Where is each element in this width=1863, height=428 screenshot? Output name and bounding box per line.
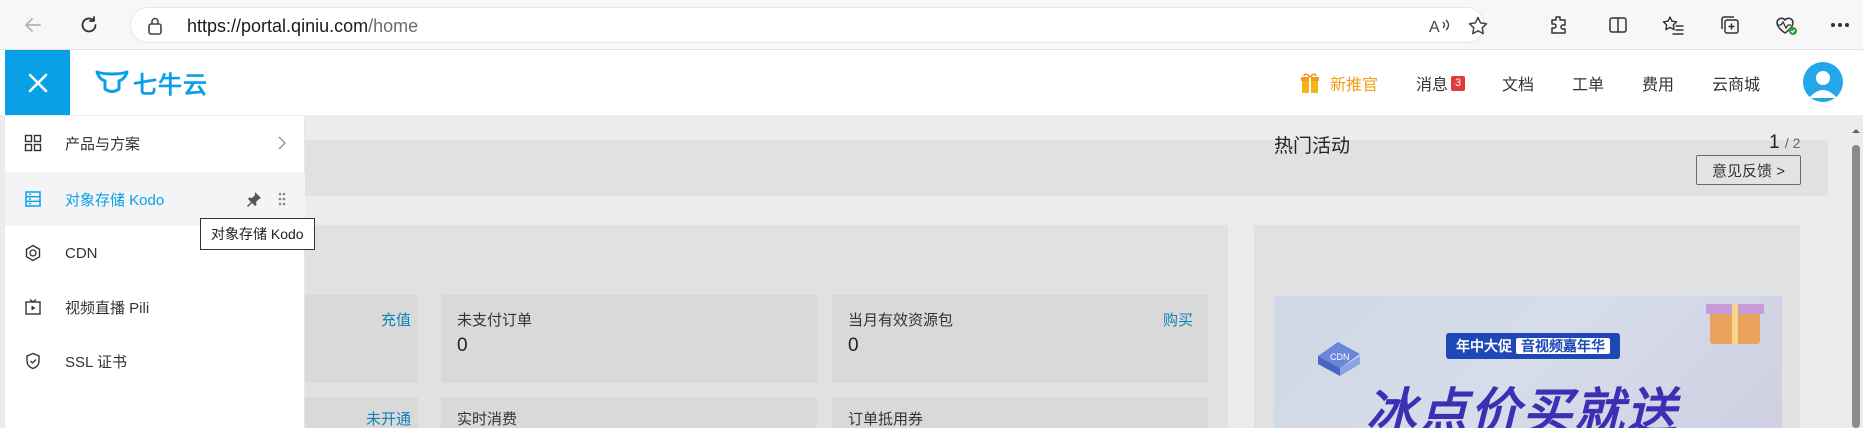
gift-box-illustration-icon	[1706, 304, 1764, 344]
hot-activities-title: 热门活动	[1274, 136, 1351, 157]
chevron-right-icon	[278, 136, 287, 150]
top-banner-panel	[280, 140, 1828, 196]
sidebar-item-label: 视频直播 Pili	[65, 299, 150, 317]
grid-icon	[23, 133, 43, 153]
unpaid-orders-card[interactable]: 未支付订单 0	[441, 295, 817, 383]
unpaid-orders-value: 0	[457, 335, 468, 356]
split-screen-icon[interactable]	[1605, 12, 1631, 38]
extensions-icon[interactable]	[1546, 12, 1572, 38]
nav-docs[interactable]: 文档	[1502, 50, 1534, 116]
coupon-title: 订单抵用券	[848, 411, 924, 428]
sidebar-item-label: CDN	[65, 244, 98, 262]
collections-icon[interactable]	[1717, 12, 1743, 38]
svg-text:A: A	[1429, 19, 1440, 36]
promo-banner[interactable]: CDN 年中大促 音视频嘉年华 冰点价买就送	[1274, 296, 1782, 428]
close-menu-button[interactable]	[5, 50, 70, 115]
nav-promo[interactable]: 新推官	[1300, 50, 1378, 116]
sidebar-item-label: 产品与方案	[65, 135, 141, 153]
coupon-card: 订单抵用券	[832, 397, 1208, 428]
url-path: /home	[368, 16, 419, 36]
storage-icon	[23, 189, 43, 209]
resource-packs-card: 当月有效资源包 0 购买	[832, 295, 1208, 383]
page-scrollbar[interactable]	[1849, 116, 1863, 428]
feedback-button[interactable]: 意见反馈 >	[1696, 155, 1801, 185]
promo-label: 新推官	[1330, 77, 1379, 94]
market-label: 云商城	[1712, 77, 1761, 94]
pager-current: 1	[1769, 132, 1780, 153]
read-aloud-icon[interactable]: A	[1429, 15, 1451, 37]
not-enabled-link[interactable]: 未开通	[366, 408, 411, 428]
docs-label: 文档	[1502, 77, 1535, 94]
sidebar-item-pili[interactable]: 视频直播 Pili	[5, 280, 305, 334]
logo-mark-icon	[95, 70, 129, 93]
close-icon	[28, 73, 47, 92]
sidebar-item-label: 对象存储 Kodo	[65, 191, 165, 209]
pin-icon[interactable]	[245, 190, 263, 208]
shield-icon	[23, 351, 43, 371]
activities-pager: 1 / 2	[1769, 132, 1800, 154]
url-text[interactable]: https://portal.qiniu.com/home	[187, 16, 418, 37]
product-sidebar: 产品与方案 对象存储 Kodo CDN 视频直播 Pili SSL 证书	[5, 116, 305, 428]
favorites-list-icon[interactable]	[1660, 12, 1686, 38]
postpaid-card: 未开通	[290, 397, 418, 428]
kodo-tooltip: 对象存储 Kodo	[200, 218, 315, 250]
realtime-spend-card: 实时消费	[441, 397, 817, 428]
messages-label: 消息	[1416, 77, 1449, 94]
reload-icon	[81, 16, 97, 33]
svg-text:CDN: CDN	[1330, 352, 1350, 362]
lock-icon	[147, 16, 163, 41]
sidebar-item-ssl[interactable]: SSL 证书	[5, 334, 305, 388]
recharge-link[interactable]: 充值	[381, 309, 411, 330]
scrollbar-thumb[interactable]	[1852, 145, 1860, 428]
more-menu-icon[interactable]	[1827, 12, 1853, 38]
nav-billing[interactable]: 费用	[1642, 50, 1674, 116]
banner-tag: 年中大促 音视频嘉年华	[1446, 333, 1620, 359]
tickets-label: 工单	[1572, 77, 1605, 94]
unpaid-orders-title: 未支付订单	[457, 312, 533, 329]
browser-toolbar: https://portal.qiniu.com/home A	[0, 0, 1863, 50]
banner-tag-main: 年中大促	[1456, 338, 1512, 354]
nav-messages[interactable]: 消息 3	[1416, 50, 1466, 116]
billing-label: 费用	[1642, 77, 1675, 94]
reload-button[interactable]	[74, 10, 104, 40]
url-host: https://portal.qiniu.com	[187, 16, 369, 36]
scroll-up-arrow-icon	[1852, 129, 1860, 133]
cdn-icon	[23, 243, 43, 263]
favorite-star-icon[interactable]	[1467, 15, 1489, 37]
banner-tag-sub: 音视频嘉年华	[1516, 338, 1610, 354]
address-bar[interactable]: https://portal.qiniu.com/home A	[130, 7, 1488, 43]
browser-essentials-icon[interactable]	[1773, 12, 1799, 38]
user-icon	[1809, 71, 1837, 98]
realtime-spend-title: 实时消费	[457, 411, 518, 428]
logo-text: 七牛云	[133, 71, 208, 99]
qiniu-logo[interactable]: 七牛云	[95, 67, 208, 99]
back-arrow-icon	[25, 18, 41, 32]
resource-packs-title: 当月有效资源包	[848, 312, 954, 329]
pager-total: / 2	[1784, 135, 1801, 151]
nav-market[interactable]: 云商城	[1712, 50, 1760, 116]
balance-card: 充值	[290, 295, 418, 383]
back-button[interactable]	[18, 10, 48, 40]
nav-tickets[interactable]: 工单	[1572, 50, 1604, 116]
live-video-icon	[23, 297, 43, 317]
gift-icon	[1301, 73, 1319, 93]
buy-link[interactable]: 购买	[1163, 309, 1193, 330]
messages-count-badge: 3	[1451, 75, 1466, 91]
user-avatar[interactable]	[1803, 62, 1843, 102]
app-header: 七牛云 新推官 消息 3 文档 工单 费用 云商城	[0, 50, 1863, 116]
resource-packs-value: 0	[848, 335, 859, 356]
drag-handle-icon[interactable]	[277, 191, 287, 207]
sidebar-item-products[interactable]: 产品与方案	[5, 116, 305, 170]
banner-headline: 冰点价买就送	[1366, 384, 1678, 428]
sidebar-item-label: SSL 证书	[65, 353, 127, 371]
